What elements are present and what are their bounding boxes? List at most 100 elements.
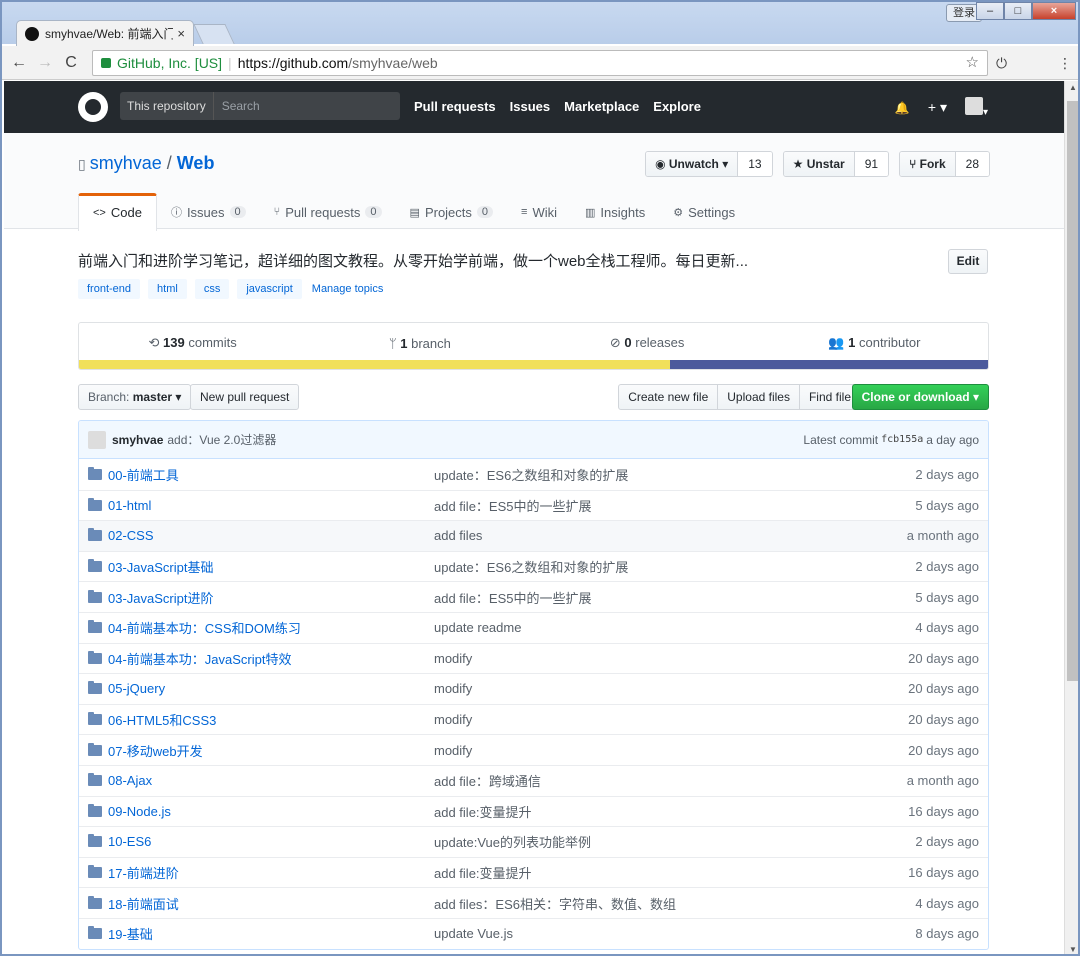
file-commit-message[interactable]: update：ES6之数组和对象的扩展 <box>434 557 859 576</box>
scrollbar-thumb[interactable] <box>1067 101 1078 681</box>
github-logo-icon[interactable] <box>78 92 108 122</box>
scroll-down-icon[interactable]: ▼ <box>1065 945 1078 954</box>
bookmark-star-icon[interactable]: ☆ <box>966 53 979 71</box>
upload-files-button[interactable]: Upload files <box>717 384 800 410</box>
maximize-button[interactable]: □ <box>1004 2 1032 20</box>
unstar-button[interactable]: ★ Unstar <box>783 152 854 176</box>
topic-tag[interactable]: front-end <box>78 279 141 299</box>
nav-pull-requests[interactable]: Pull requests <box>414 99 496 114</box>
nav-issues[interactable]: Issues <box>510 99 550 114</box>
watchers-count[interactable]: 13 <box>737 152 772 176</box>
tab-code[interactable]: <> Code <box>78 193 157 231</box>
power-icon[interactable]: ⏻ <box>996 55 1007 72</box>
topic-tag[interactable]: html <box>148 279 187 299</box>
commit-author[interactable]: smyhvae <box>112 433 163 447</box>
back-button[interactable]: ← <box>6 54 32 72</box>
commit-sha[interactable]: fcb155a <box>881 434 923 445</box>
file-name-link[interactable]: 18-前端面试 <box>108 894 434 913</box>
create-new-file-button[interactable]: Create new file <box>618 384 719 410</box>
branch-select-button[interactable]: Branch: master ▾ <box>78 384 192 410</box>
repo-actions: ◉ Unwatch ▾ 13 ★ Unstar 91 ⑂ Fork 28 <box>645 151 990 177</box>
file-name-link[interactable]: 05-jQuery <box>108 681 434 696</box>
file-commit-message[interactable]: add file：ES5中的一些扩展 <box>434 588 859 607</box>
forward-button[interactable]: → <box>32 54 58 72</box>
search-input[interactable]: Search <box>214 99 260 113</box>
file-commit-message[interactable]: add file：跨域通信 <box>434 771 859 790</box>
repo-name-link[interactable]: Web <box>177 153 215 173</box>
chevron-down-icon: ▾ <box>172 390 182 404</box>
contributors-link[interactable]: 👥 1 contributor <box>761 335 988 351</box>
search-box[interactable]: This repository Search <box>120 92 400 120</box>
nav-marketplace[interactable]: Marketplace <box>564 99 639 114</box>
reload-button[interactable]: C <box>58 54 84 72</box>
file-commit-message[interactable]: update：ES6之数组和对象的扩展 <box>434 465 859 484</box>
file-name-link[interactable]: 00-前端工具 <box>108 465 434 484</box>
browser-tab[interactable]: smyhvae/Web: 前端入门 × <box>16 20 194 46</box>
repo-owner-link[interactable]: smyhvae <box>90 153 162 173</box>
nav-explore[interactable]: Explore <box>653 99 701 114</box>
avatar <box>88 430 106 449</box>
file-name-link[interactable]: 03-JavaScript基础 <box>108 557 434 576</box>
file-commit-message[interactable]: update Vue.js <box>434 926 859 941</box>
tab-insights[interactable]: ▥ Insights <box>571 193 659 231</box>
commit-message[interactable]: add：Vue 2.0过滤器 <box>167 431 276 448</box>
tab-wiki[interactable]: ≡ Wiki <box>507 193 571 231</box>
tab-issues[interactable]: ⓘ Issues 0 <box>157 193 260 231</box>
manage-topics-link[interactable]: Manage topics <box>312 283 384 295</box>
file-name-link[interactable]: 17-前端进阶 <box>108 863 434 882</box>
tab-pull-requests[interactable]: ⑂ Pull requests 0 <box>260 193 396 231</box>
file-name-link[interactable]: 04-前端基本功：CSS和DOM练习 <box>108 618 434 637</box>
file-name-link[interactable]: 02-CSS <box>108 528 434 543</box>
new-tab-button[interactable] <box>193 24 235 44</box>
address-bar[interactable]: GitHub, Inc. [US] | https://github.com/s… <box>92 50 988 76</box>
forks-count[interactable]: 28 <box>954 152 989 176</box>
tab-projects[interactable]: ▤ Projects 0 <box>396 193 508 231</box>
file-commit-message[interactable]: modify <box>434 743 859 758</box>
tab-close-icon[interactable]: × <box>177 26 185 41</box>
scroll-up-icon[interactable]: ▲ <box>1065 83 1078 92</box>
address-toolbar: ← → C GitHub, Inc. [US] | https://github… <box>2 46 1078 80</box>
commits-link[interactable]: ⟲ 139 commits <box>79 335 306 351</box>
file-name-link[interactable]: 03-JavaScript进阶 <box>108 588 434 607</box>
file-name-link[interactable]: 10-ES6 <box>108 834 434 849</box>
branches-link[interactable]: ᛘ 1 branch <box>306 336 533 351</box>
file-commit-message[interactable]: update:Vue的列表功能举例 <box>434 832 859 851</box>
file-name-link[interactable]: 04-前端基本功：JavaScript特效 <box>108 649 434 668</box>
create-new-dropdown[interactable]: + ▾ <box>928 99 947 116</box>
file-name-link[interactable]: 01-html <box>108 498 434 513</box>
eye-icon: ◉ <box>655 157 669 171</box>
file-commit-message[interactable]: modify <box>434 681 859 696</box>
file-commit-message[interactable]: add files：ES6相关：字符串、数值、数组 <box>434 894 859 913</box>
file-commit-message[interactable]: modify <box>434 651 859 666</box>
file-name-link[interactable]: 07-移动web开发 <box>108 741 434 760</box>
file-name-link[interactable]: 08-Ajax <box>108 773 434 788</box>
edit-description-button[interactable]: Edit <box>948 249 988 274</box>
notification-bell-icon[interactable]: 🔔 <box>895 101 910 115</box>
latest-commit-bar: smyhvae add：Vue 2.0过滤器 Latest commit fcb… <box>79 421 988 459</box>
file-commit-message[interactable]: add files <box>434 528 859 543</box>
file-commit-message[interactable]: add file：ES5中的一些扩展 <box>434 496 859 515</box>
browser-menu-icon[interactable]: ⋮ <box>1058 55 1072 72</box>
page-scrollbar[interactable]: ▲ ▼ <box>1064 81 1078 954</box>
file-commit-message[interactable]: update readme <box>434 620 859 635</box>
releases-link[interactable]: ⊘ 0 releases <box>534 335 761 351</box>
stargazers-count[interactable]: 91 <box>853 152 889 176</box>
file-name-link[interactable]: 09-Node.js <box>108 804 434 819</box>
file-commit-message[interactable]: add file:变量提升 <box>434 802 859 821</box>
tab-label: Issues <box>186 204 225 220</box>
file-name-link[interactable]: 19-基础 <box>108 924 434 943</box>
clone-or-download-button[interactable]: Clone or download ▾ <box>851 384 989 410</box>
unwatch-button[interactable]: ◉ Unwatch ▾ <box>646 152 738 176</box>
fork-button[interactable]: ⑂ Fork <box>900 152 955 176</box>
topic-tag[interactable]: javascript <box>237 279 302 299</box>
minimize-button[interactable]: – <box>976 2 1004 20</box>
file-name-link[interactable]: 06-HTML5和CSS3 <box>108 710 434 729</box>
new-pull-request-button[interactable]: New pull request <box>190 384 300 410</box>
topic-tag[interactable]: css <box>194 279 230 299</box>
file-commit-message[interactable]: add file:变量提升 <box>434 863 859 882</box>
tab-settings[interactable]: ⚙ Settings <box>659 193 749 231</box>
file-commit-message[interactable]: modify <box>434 712 859 727</box>
language-bar[interactable] <box>79 360 988 369</box>
user-menu[interactable]: ▾ <box>964 97 988 118</box>
close-window-button[interactable]: × <box>1032 2 1076 20</box>
